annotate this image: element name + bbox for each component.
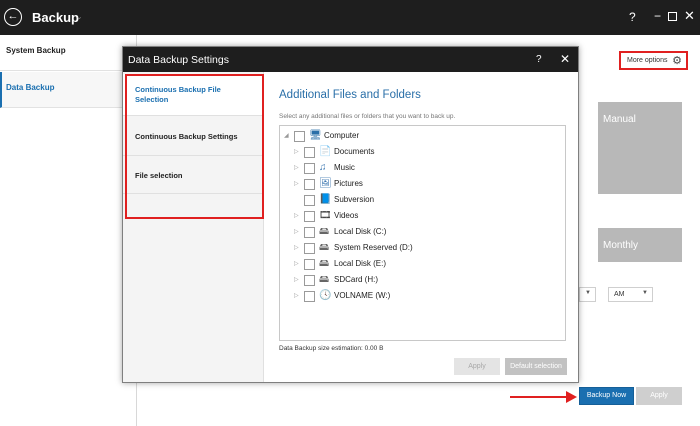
time-dropdown[interactable]: ▼ [579,287,596,302]
tree-row-subversion[interactable]: 📘 Subversion [294,194,554,209]
drive-icon: 🖴 [319,242,330,253]
tree-label: Computer [324,131,360,140]
videos-icon: 🎞 [319,210,332,221]
backup-now-button[interactable]: Backup Now [579,387,634,405]
schedule-tile-manual[interactable]: Manual [598,102,682,194]
expand-icon[interactable]: ▷ [294,180,299,187]
drive-icon: 🖴 [319,258,330,269]
subversion-icon: 📘 [319,194,332,205]
annotation-highlight-box [125,74,264,219]
collapse-icon[interactable]: ◢ [284,132,289,139]
apply-button[interactable]: Apply [636,387,682,405]
ampm-value: AM [614,291,625,298]
schedule-tile-monthly[interactable]: Monthly [598,228,682,262]
tree-label: SDCard (H:) [334,275,379,284]
sdcard-icon: 🖴 [319,274,330,285]
tree-checkbox[interactable] [304,243,315,254]
tree-row-sdcard-h[interactable]: ▷ 🖴 SDCard (H:) [294,274,554,289]
tree-row-computer[interactable]: ◢ 🖥 Computer [284,130,554,145]
maximize-button[interactable] [668,12,677,21]
expand-icon[interactable]: ▷ [294,276,299,283]
dialog-subtitle: Select any additional files or folders t… [279,113,456,120]
tree-row-music[interactable]: ▷ ♫ Music [294,162,554,177]
help-button[interactable]: ? [629,10,636,24]
data-backup-settings-dialog: Data Backup Settings ? ✕ Continuous Back… [122,46,579,383]
chevron-down-icon[interactable]: ⌄ [76,12,83,21]
dialog-sidebar: Continuous Backup File Selection Continu… [123,72,264,382]
tree-checkbox[interactable] [304,179,315,190]
tree-checkbox[interactable] [304,147,315,158]
back-icon[interactable]: ← [4,8,22,26]
volume-icon: 🕓 [319,290,332,301]
dialog-title: Data Backup Settings [128,54,229,66]
tree-checkbox[interactable] [304,291,315,302]
dialog-heading: Additional Files and Folders [279,89,421,101]
tree-label: Music [334,163,355,172]
dialog-help-button[interactable]: ? [536,54,542,65]
music-icon: ♫ [319,162,327,173]
tree-checkbox[interactable] [304,227,315,238]
tree-row-documents[interactable]: ▷ 📄 Documents [294,146,554,161]
computer-icon: 🖥 [309,130,322,141]
sidebar-item-data-backup[interactable]: Data Backup [0,72,137,108]
tree-checkbox[interactable] [304,211,315,222]
tree-checkbox[interactable] [304,259,315,270]
ampm-dropdown[interactable]: AM ▼ [608,287,653,302]
folder-tree[interactable]: ◢ 🖥 Computer ▷ 📄 Documents ▷ ♫ Music ▷ 🖼… [279,125,566,341]
size-estimation: Data Backup size estimation: 0.00 B [279,345,384,352]
expand-icon[interactable]: ▷ [294,292,299,299]
documents-icon: 📄 [319,146,332,157]
expand-icon[interactable]: ▷ [294,228,299,235]
gear-icon: ⚙ [672,55,682,67]
more-options-button[interactable]: More options ⚙ [619,51,688,70]
pictures-icon: 🖼 [319,178,332,189]
tree-label: Pictures [334,179,363,188]
chevron-down-icon: ▼ [585,290,591,296]
tree-checkbox[interactable] [304,275,315,286]
expand-icon[interactable]: ▷ [294,244,299,251]
tree-checkbox[interactable] [294,131,305,142]
expand-icon[interactable]: ▷ [294,148,299,155]
expand-icon[interactable]: ▷ [294,212,299,219]
tile-label: Manual [603,114,636,125]
dialog-apply-button[interactable]: Apply [454,358,500,375]
drive-icon: 🖴 [319,226,330,237]
minimize-button[interactable]: − [654,9,661,23]
tree-row-local-disk-e[interactable]: ▷ 🖴 Local Disk (E:) [294,258,554,273]
chevron-down-icon: ▼ [642,290,648,296]
tree-row-system-reserved-d[interactable]: ▷ 🖴 System Reserved (D:) [294,242,554,257]
sidebar-item-system-backup[interactable]: System Backup [0,35,137,71]
tree-row-local-disk-c[interactable]: ▷ 🖴 Local Disk (C:) [294,226,554,241]
expand-icon[interactable]: ▷ [294,260,299,267]
close-button[interactable]: ✕ [684,8,695,24]
tree-label: Documents [334,147,375,156]
sidebar: System Backup Data Backup [0,35,137,426]
dialog-close-button[interactable]: ✕ [560,52,570,66]
tree-row-pictures[interactable]: ▷ 🖼 Pictures [294,178,554,193]
tree-checkbox[interactable] [304,163,315,174]
tree-row-volname-w[interactable]: ▷ 🕓 VOLNAME (W:) [294,290,554,305]
app-title: Backup [32,10,79,25]
expand-icon[interactable]: ▷ [294,164,299,171]
default-selection-button[interactable]: Default selection [505,358,567,375]
annotation-arrow-icon [510,391,577,403]
tree-row-videos[interactable]: ▷ 🎞 Videos [294,210,554,225]
tree-label: Local Disk (E:) [334,259,387,268]
app-title-bar: ← Backup ⌄ ? − ✕ [0,0,700,35]
tree-label: Local Disk (C:) [334,227,387,236]
more-options-label: More options [627,57,668,64]
tree-label: Videos [334,211,359,220]
tile-label: Monthly [603,240,639,251]
tree-label: Subversion [334,195,375,204]
tree-label: VOLNAME (W:) [334,291,391,300]
dialog-title-bar: Data Backup Settings ? ✕ [123,47,578,72]
tree-label: System Reserved (D:) [334,243,413,252]
tree-checkbox[interactable] [304,195,315,206]
